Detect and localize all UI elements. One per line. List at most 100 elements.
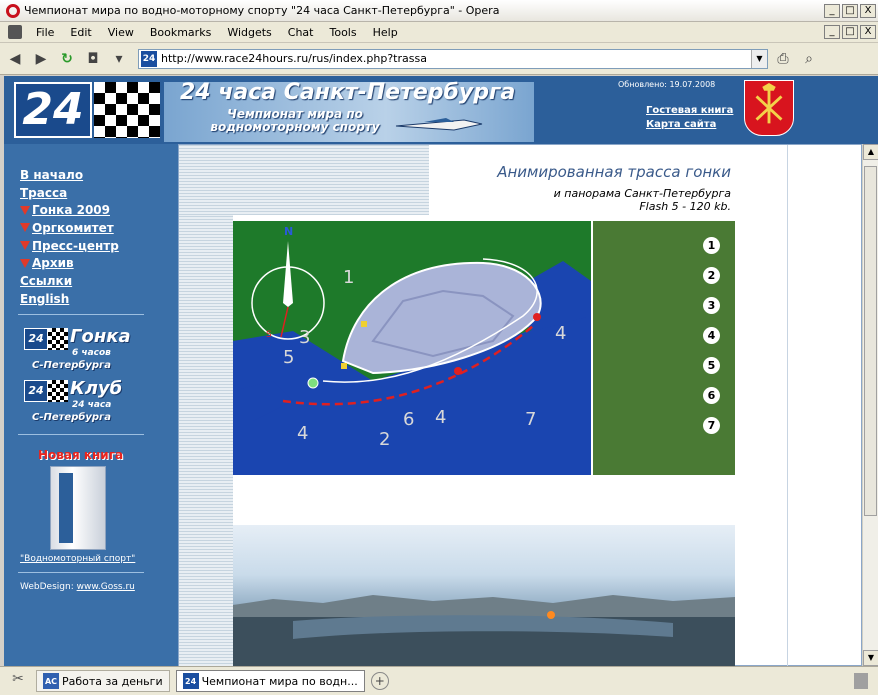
page-menu-icon[interactable]: ▾	[108, 48, 130, 70]
tab-label: Чемпионат мира по водн...	[201, 674, 358, 688]
coat-of-arms-icon	[744, 80, 794, 136]
search-icon[interactable]: ⌕	[798, 48, 820, 70]
red-arrow-icon	[20, 223, 30, 233]
content-panel: Анимированная трасса гонки и панорама Са…	[178, 144, 862, 666]
promo-subtitle: 24 часа	[72, 400, 112, 410]
legend-number-4[interactable]: 4	[703, 327, 720, 344]
book-caption-link[interactable]: "Водномоторный спорт"	[20, 554, 135, 564]
camera-icon[interactable]: ◘	[82, 48, 104, 70]
site-favicon-icon: 24	[141, 50, 157, 67]
address-toolbar: ◀ ▶ ↻ ◘ ▾ 24 ▼ ⎙ ⌕	[0, 43, 878, 75]
nav-item-track: Трасса	[20, 184, 119, 202]
legend-number-1[interactable]: 1	[703, 237, 720, 254]
nav-item-archive: Архив	[20, 254, 119, 272]
track-map-svg: N S 1 2 3 4 4 4 5 6 7	[233, 225, 591, 475]
tab-restore-button[interactable]: □	[842, 25, 858, 39]
tab-championship[interactable]: 24 Чемпионат мира по водн...	[175, 670, 365, 692]
minimize-button[interactable]: _	[824, 3, 840, 18]
nav-link-home[interactable]: В начало	[20, 168, 83, 182]
menu-view[interactable]: View	[100, 26, 142, 39]
new-tab-button[interactable]: +	[370, 672, 389, 690]
nav-link-race-2009[interactable]: Гонка 2009	[32, 203, 110, 217]
menu-tools[interactable]: Tools	[322, 26, 365, 39]
tab-favicon-icon: 24	[182, 673, 199, 689]
panorama-svg	[233, 595, 735, 666]
promo-title: Клуб	[70, 378, 123, 399]
nav-item-race-2009: Гонка 2009	[20, 201, 119, 219]
legend-number-5[interactable]: 5	[703, 357, 720, 374]
track-legend: 1 2 3 4 5 6 7	[593, 221, 735, 475]
tab-work-for-money[interactable]: AC Работа за деньги	[36, 670, 170, 692]
site-header: 24 24 часа Санкт-Петербурга Чемпионат ми…	[4, 76, 878, 144]
webdesign-credit: WebDesign: www.Goss.ru	[20, 582, 135, 592]
url-input[interactable]	[161, 52, 751, 65]
scroll-thumb[interactable]	[864, 166, 877, 516]
menu-edit[interactable]: Edit	[62, 26, 99, 39]
nav-link-english[interactable]: English	[20, 292, 69, 306]
webdesign-link[interactable]: www.Goss.ru	[77, 582, 135, 592]
webdesign-label: WebDesign:	[20, 582, 74, 592]
legend-number-2[interactable]: 2	[703, 267, 720, 284]
tab-close-button[interactable]: X	[860, 25, 876, 39]
address-field[interactable]: 24 ▼	[138, 48, 768, 69]
vertical-scrollbar[interactable]: ▲ ▼	[862, 144, 878, 666]
tab-label: Работа за деньги	[62, 674, 163, 688]
map-label-3: 3	[299, 327, 310, 348]
sun-marker	[547, 611, 555, 619]
nav-item-links: Ссылки	[20, 272, 119, 290]
checkered-flag-icon	[48, 380, 68, 402]
tab-minimize-button[interactable]: _	[824, 25, 840, 39]
promo-badge: 24	[24, 380, 48, 402]
scroll-up-icon[interactable]: ▲	[863, 144, 878, 160]
tools-icon[interactable]: ✂	[6, 671, 30, 691]
checkered-flag-icon	[48, 328, 68, 350]
header-links: Гостевая книга Карта сайта	[646, 104, 733, 132]
legend-number-3[interactable]: 3	[703, 297, 720, 314]
book-cover-image[interactable]	[50, 466, 106, 550]
menu-help[interactable]: Help	[365, 26, 406, 39]
nav-link-links[interactable]: Ссылки	[20, 274, 72, 288]
divider	[18, 572, 144, 573]
url-dropdown-icon[interactable]: ▼	[751, 49, 767, 68]
panorama-image[interactable]	[233, 525, 735, 666]
close-button[interactable]: X	[860, 3, 876, 18]
back-arrow-icon[interactable]: ◀	[4, 48, 26, 70]
map-label-7: 7	[525, 409, 536, 430]
nav-item-press-center: Пресс-центр	[20, 237, 119, 255]
promo-city: С-Петербурга	[32, 412, 112, 423]
promo-subtitle: 6 часов	[72, 348, 111, 358]
promo-race-6-hours[interactable]: 24 Гонка 6 часов С-Петербурга	[24, 326, 134, 374]
site-logo[interactable]: 24	[14, 82, 92, 138]
menu-widgets[interactable]: Widgets	[219, 26, 279, 39]
reload-icon[interactable]: ↻	[56, 48, 78, 70]
nav-link-track[interactable]: Трасса	[20, 186, 67, 200]
hatched-margin	[179, 215, 233, 666]
legend-number-7[interactable]: 7	[703, 417, 720, 434]
trash-icon[interactable]	[854, 673, 868, 689]
nav-link-archive[interactable]: Архив	[32, 256, 74, 270]
book-title[interactable]: Новая книга	[38, 448, 123, 462]
menu-bookmarks[interactable]: Bookmarks	[142, 26, 219, 39]
opera-icon	[6, 3, 20, 18]
city-skyline	[233, 595, 735, 617]
nav-menu: В начало Трасса Гонка 2009 Оргкомитет Пр…	[20, 166, 119, 308]
content-heading: Анимированная трасса гонки	[497, 163, 731, 181]
nav-link-orgcommittee[interactable]: Оргкомитет	[32, 221, 114, 235]
forward-arrow-icon[interactable]: ▶	[30, 48, 52, 70]
document-icon[interactable]	[8, 25, 22, 39]
content-subheading: и панорама Санкт-Петербурга Flash 5 - 12…	[554, 187, 731, 213]
hatched-corner	[179, 145, 429, 215]
menu-chat[interactable]: Chat	[280, 26, 322, 39]
content-divider	[787, 145, 788, 666]
scroll-down-icon[interactable]: ▼	[863, 650, 878, 666]
maximize-button[interactable]: □	[842, 3, 858, 18]
promo-club-24-hours[interactable]: 24 Клуб 24 часа С-Петербурга	[24, 378, 134, 426]
sitemap-link[interactable]: Карта сайта	[646, 118, 733, 132]
menu-file[interactable]: File	[28, 26, 62, 39]
track-map-flash[interactable]: N S 1 2 3 4 4 4 5 6 7	[233, 221, 591, 475]
print-icon[interactable]: ⎙	[772, 48, 794, 70]
guestbook-link[interactable]: Гостевая книга	[646, 104, 733, 118]
legend-number-6[interactable]: 6	[703, 387, 720, 404]
compass-south-label: S	[266, 330, 272, 340]
nav-link-press-center[interactable]: Пресс-центр	[32, 239, 119, 253]
